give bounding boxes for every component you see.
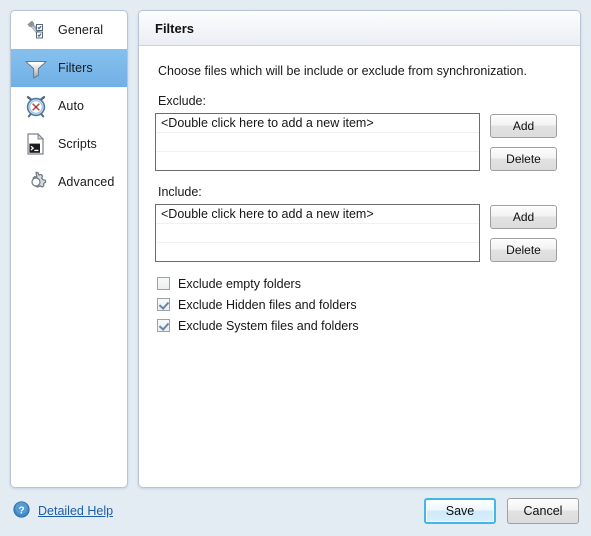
wrench-checklist-icon bbox=[23, 17, 49, 43]
sidebar-item-auto[interactable]: Auto bbox=[11, 87, 127, 125]
sidebar-item-label: Scripts bbox=[58, 137, 97, 151]
include-add-button[interactable]: Add bbox=[490, 205, 557, 229]
include-delete-button[interactable]: Delete bbox=[490, 238, 557, 262]
exclude-row: <Double click here to add a new item> Ad… bbox=[155, 113, 564, 171]
save-button[interactable]: Save bbox=[424, 498, 496, 524]
cancel-button[interactable]: Cancel bbox=[507, 498, 579, 524]
list-item[interactable] bbox=[156, 243, 479, 261]
checkbox-exclude-system[interactable]: Exclude System files and folders bbox=[157, 315, 564, 336]
panel-header: Filters bbox=[139, 11, 580, 46]
include-listbox[interactable]: <Double click here to add a new item> bbox=[155, 204, 480, 262]
include-row: <Double click here to add a new item> Ad… bbox=[155, 204, 564, 262]
sidebar-item-label: Advanced bbox=[58, 175, 115, 189]
gear-icon bbox=[23, 169, 49, 195]
detailed-help-link[interactable]: Detailed Help bbox=[38, 504, 113, 518]
checkbox-box[interactable] bbox=[157, 319, 170, 332]
exclude-listbox[interactable]: <Double click here to add a new item> bbox=[155, 113, 480, 171]
include-label: Include: bbox=[158, 185, 202, 199]
dialog-footer: ? Detailed Help Save Cancel bbox=[0, 492, 591, 536]
exclude-add-button[interactable]: Add bbox=[490, 114, 557, 138]
script-console-icon bbox=[23, 131, 49, 157]
list-item[interactable] bbox=[156, 152, 479, 170]
exclude-label: Exclude: bbox=[158, 94, 206, 108]
filter-options: Exclude empty folders Exclude Hidden fil… bbox=[157, 273, 564, 336]
sidebar-item-label: Auto bbox=[58, 99, 85, 113]
list-item[interactable]: <Double click here to add a new item> bbox=[156, 114, 479, 133]
sidebar-item-general[interactable]: General bbox=[11, 11, 127, 49]
panel-description: Choose files which will be include or ex… bbox=[158, 64, 527, 78]
settings-sidebar: General Filters Auto Scripts Advanced bbox=[10, 10, 128, 488]
help-circle-icon[interactable]: ? bbox=[13, 501, 30, 521]
footer-buttons: Save Cancel bbox=[424, 498, 579, 524]
list-item[interactable] bbox=[156, 133, 479, 152]
checkbox-box[interactable] bbox=[157, 298, 170, 311]
sidebar-item-filters[interactable]: Filters bbox=[11, 49, 127, 87]
sidebar-item-label: Filters bbox=[58, 61, 93, 75]
svg-text:?: ? bbox=[18, 505, 24, 516]
include-buttons: Add Delete bbox=[490, 204, 557, 262]
help-area[interactable]: ? Detailed Help bbox=[13, 501, 113, 521]
list-item[interactable] bbox=[156, 224, 479, 243]
filters-panel: Filters Choose files which will be inclu… bbox=[138, 10, 581, 488]
sidebar-item-scripts[interactable]: Scripts bbox=[11, 125, 127, 163]
checkbox-label: Exclude empty folders bbox=[178, 276, 301, 291]
exclude-delete-button[interactable]: Delete bbox=[490, 147, 557, 171]
checkbox-exclude-hidden[interactable]: Exclude Hidden files and folders bbox=[157, 294, 564, 315]
alarm-clock-icon bbox=[23, 93, 49, 119]
sidebar-item-label: General bbox=[58, 23, 104, 37]
page-title: Filters bbox=[155, 20, 195, 36]
exclude-buttons: Add Delete bbox=[490, 113, 557, 171]
panel-body: Choose files which will be include or ex… bbox=[139, 46, 580, 336]
checkbox-box[interactable] bbox=[157, 277, 170, 290]
funnel-icon bbox=[23, 55, 49, 81]
checkbox-label: Exclude System files and folders bbox=[178, 318, 359, 333]
list-item[interactable]: <Double click here to add a new item> bbox=[156, 205, 479, 224]
checkbox-label: Exclude Hidden files and folders bbox=[178, 297, 357, 312]
sidebar-item-advanced[interactable]: Advanced bbox=[11, 163, 127, 201]
checkbox-exclude-empty-folders[interactable]: Exclude empty folders bbox=[157, 273, 564, 294]
